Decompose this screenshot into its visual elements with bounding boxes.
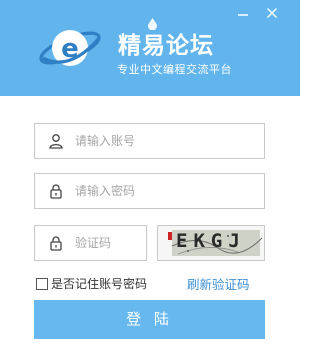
header-banner: e 精易论坛 专业中文编程交流平台 bbox=[0, 0, 300, 96]
lock-icon bbox=[50, 236, 62, 251]
username-field[interactable] bbox=[34, 123, 265, 159]
username-input[interactable] bbox=[75, 124, 255, 158]
droplet-icon bbox=[148, 18, 157, 30]
logo-icon: e bbox=[39, 30, 101, 66]
remember-checkbox[interactable] bbox=[36, 277, 48, 290]
refresh-captcha-link[interactable]: 刷新验证码 bbox=[187, 274, 250, 293]
lock-icon bbox=[50, 184, 62, 199]
remember-label: 是否记住账号密码 bbox=[51, 277, 148, 291]
minimize-icon[interactable] bbox=[236, 6, 250, 20]
captcha-input[interactable] bbox=[75, 226, 140, 260]
password-field[interactable] bbox=[34, 173, 265, 209]
password-input[interactable] bbox=[75, 174, 255, 208]
brand-title: 精易论坛 bbox=[118, 33, 214, 59]
captcha-image[interactable]: EKGJ bbox=[157, 225, 265, 261]
remember-checkbox-row[interactable]: 是否记住账号密码 bbox=[36, 275, 147, 292]
close-icon[interactable] bbox=[265, 6, 279, 20]
captcha-text: EKGJ bbox=[176, 230, 246, 252]
brand-subtitle: 专业中文编程交流平台 bbox=[117, 63, 232, 76]
login-button[interactable]: 登 陆 bbox=[34, 300, 265, 339]
captcha-field[interactable] bbox=[34, 225, 147, 261]
user-icon bbox=[49, 134, 63, 149]
